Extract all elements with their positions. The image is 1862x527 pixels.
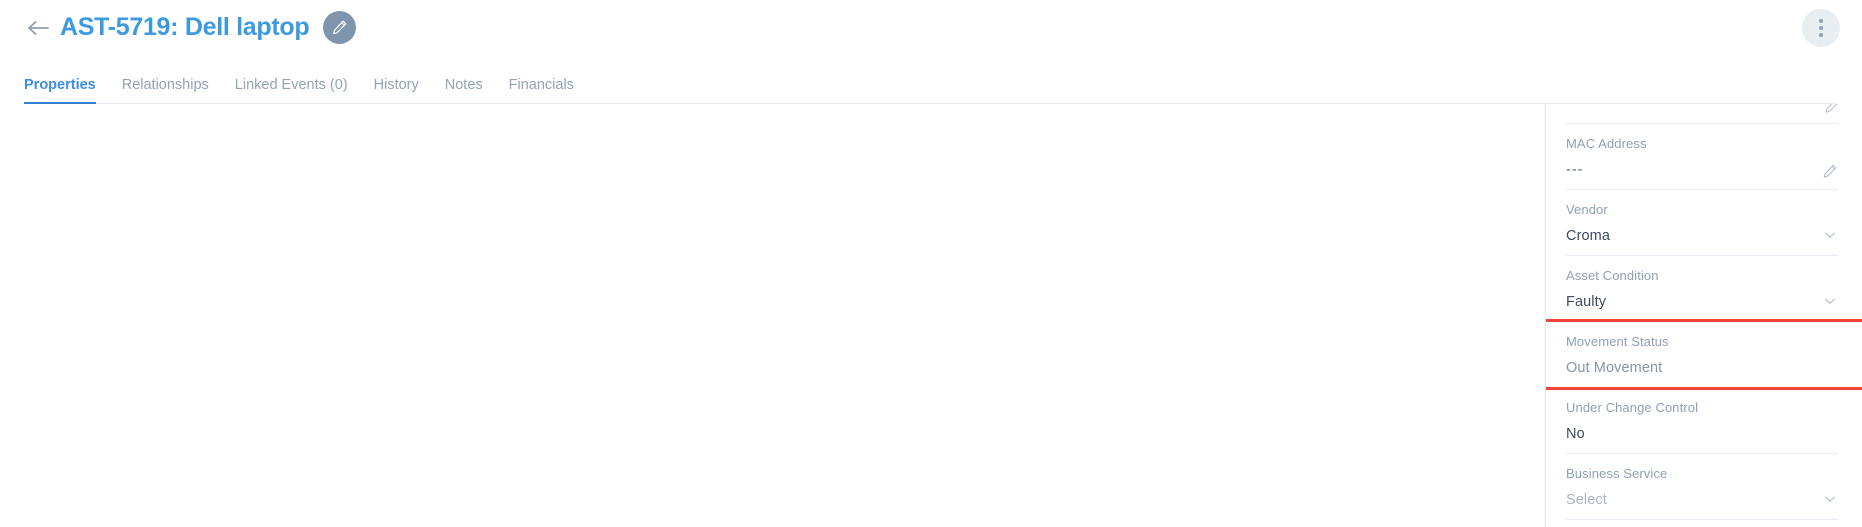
tab-bar: Properties Relationships Linked Events (0)… [24,55,1836,104]
field-under-change-control-label: Under Change Control [1566,400,1699,415]
properties-side-panel: MAC Address --- Vendor Croma Asset Condition… [1545,104,1862,527]
pencil-icon[interactable] [1824,104,1838,113]
pencil-icon [333,20,347,35]
pencil-icon[interactable] [1822,163,1838,179]
tab-history[interactable]: History [361,77,432,103]
more-vertical-icon-dot [1819,33,1823,37]
field-asset-condition-value[interactable]: Faulty [1566,294,1838,312]
field-mac-address-value[interactable]: --- [1566,162,1838,180]
more-options-button[interactable] [1802,9,1840,47]
field-under-change-control: Under Change Control No [1566,388,1838,454]
field-business-service-value[interactable]: Select [1566,492,1838,510]
field-business-service-label: Business Service [1566,466,1668,481]
field-movement-status-value: Out Movement [1566,360,1663,376]
chevron-down-icon[interactable] [1822,227,1838,243]
page-body: MAC Address --- Vendor Croma Asset Condition… [0,104,1862,527]
chevron-down-icon[interactable] [1822,491,1838,507]
field-vendor-value[interactable]: Croma [1566,228,1838,246]
field-clipped-top[interactable] [1566,104,1838,124]
field-mac-address-label: MAC Address [1566,136,1647,151]
field-vendor[interactable]: Vendor Croma [1566,190,1838,256]
tab-properties[interactable]: Properties [24,77,109,104]
more-vertical-icon-dot [1819,19,1823,23]
field-movement-status-label: Movement Status [1566,334,1669,349]
field-movement-status: Movement Status Out Movement [1566,322,1838,388]
tab-financials[interactable]: Financials [496,77,587,103]
tab-notes[interactable]: Notes [432,77,496,103]
tab-linked-events-0[interactable]: Linked Events (0) [222,77,361,103]
properties-content-pane [0,104,1545,527]
tab-relationships[interactable]: Relationships [109,77,222,103]
field-under-change-control-value: No [1566,426,1585,442]
page-title[interactable]: AST-5719: Dell laptop [60,13,310,42]
field-vendor-label: Vendor [1566,202,1608,217]
field-business-service[interactable]: Business Service Select [1566,454,1838,520]
chevron-down-icon[interactable] [1822,293,1838,309]
edit-title-button[interactable] [323,11,357,44]
arrow-left-icon[interactable] [26,15,52,41]
field-mac-address[interactable]: MAC Address --- [1566,124,1838,190]
field-asset-condition[interactable]: Asset Condition Faulty [1566,256,1838,322]
field-asset-condition-label: Asset Condition [1566,268,1659,283]
page-header: AST-5719: Dell laptop [0,0,1862,55]
more-vertical-icon-dot [1819,26,1823,30]
